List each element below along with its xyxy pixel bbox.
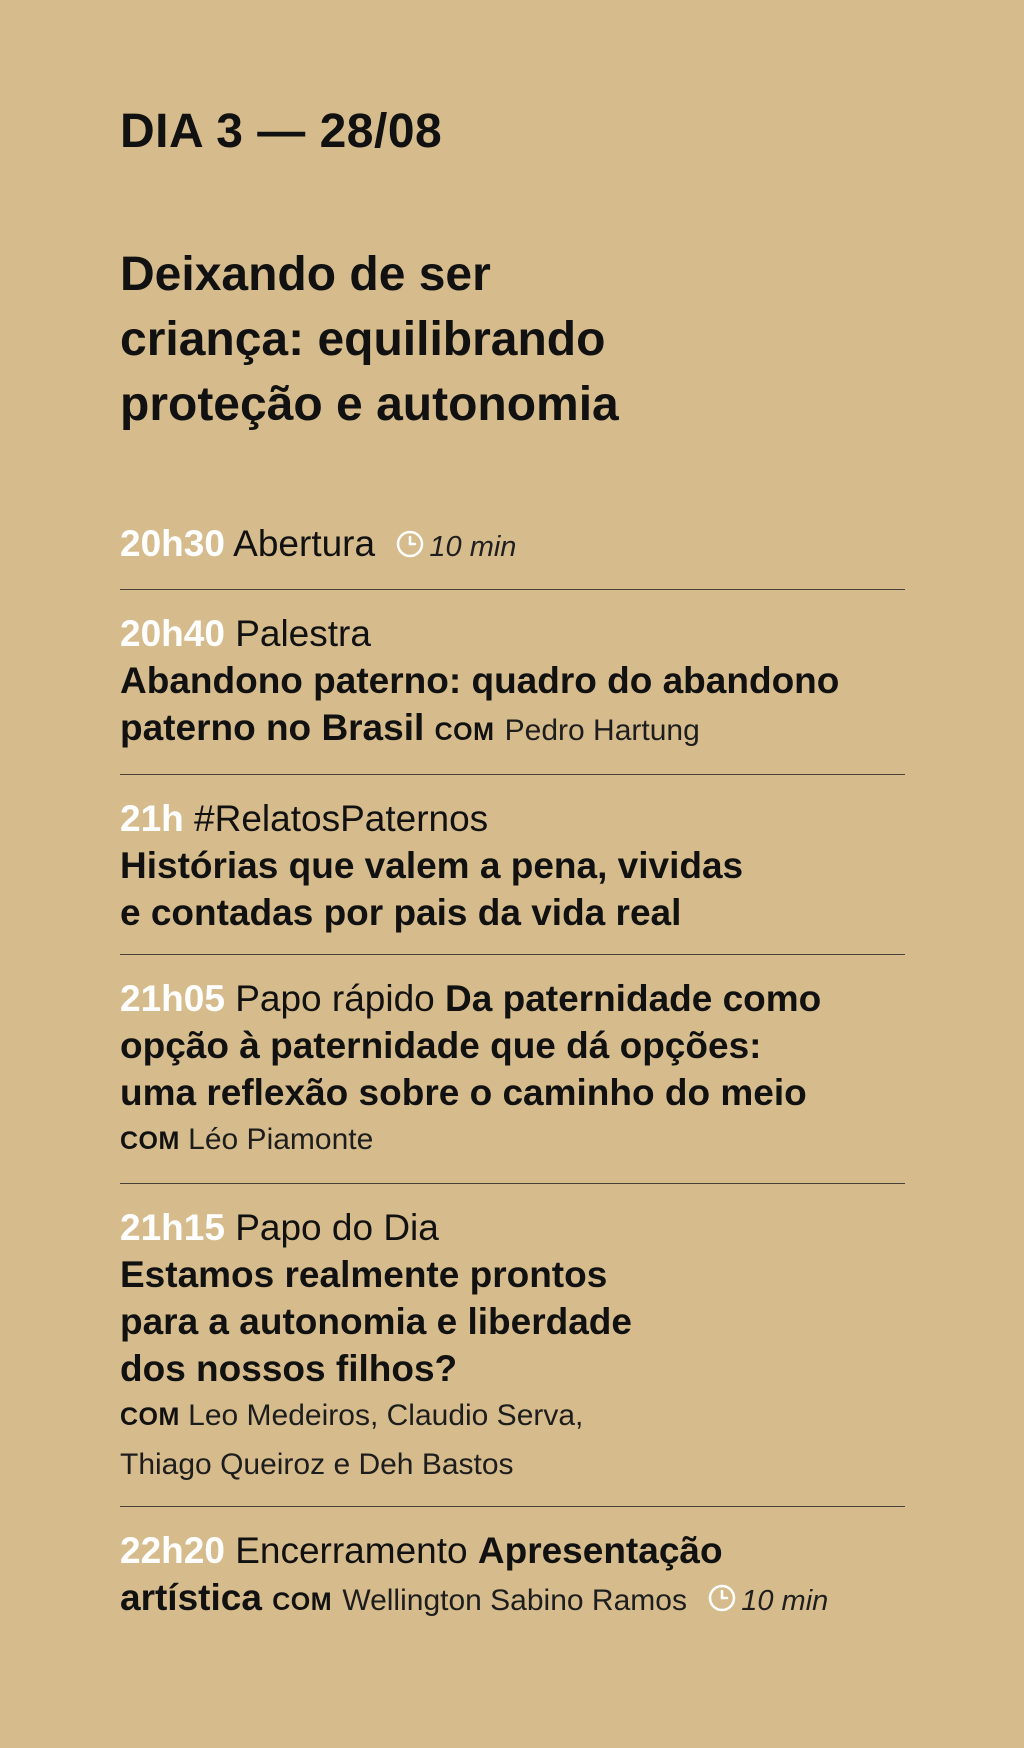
com-label: com <box>272 1588 333 1616</box>
item-title-line: dos nossos filhos? <box>120 1348 458 1389</box>
item-title-line: Abandono paterno: quadro do abandono <box>120 660 840 701</box>
item-title-line: Apresentação <box>477 1530 723 1571</box>
schedule-item-encerramento: 22h20 Encerramento Apresentação artístic… <box>120 1507 905 1626</box>
item-time: 21h <box>120 798 184 839</box>
item-title-line: Da paternidade como <box>445 978 822 1019</box>
item-title-line: opção à paternidade que dá opções: <box>120 1025 762 1066</box>
item-title-line: uma reflexão sobre o caminho do meio <box>120 1072 807 1113</box>
item-time: 21h05 <box>120 978 225 1019</box>
schedule-item-papo-do-dia: 21h15 Papo do Dia Estamos realmente pron… <box>120 1184 905 1506</box>
item-duration: 10 min <box>429 531 517 563</box>
item-kind: Papo do Dia <box>235 1207 439 1248</box>
day-heading: DIA 3 — 28/08 <box>120 105 443 158</box>
item-speaker: Pedro Hartung <box>504 714 700 747</box>
day-title-line: proteção e autonomia <box>120 378 619 431</box>
item-speaker: Thiago Queiroz e Deh Bastos <box>120 1448 514 1481</box>
item-speaker: Leo Medeiros, Claudio Serva, <box>188 1399 584 1432</box>
item-kind: #RelatosPaternos <box>194 798 489 839</box>
schedule-item-papo-rapido: 21h05 Papo rápido Da paternidade como op… <box>120 955 905 1183</box>
com-label: com <box>120 1403 180 1431</box>
clock-icon <box>707 1583 737 1613</box>
item-title-line: Histórias que valem a pena, vividas <box>120 845 744 886</box>
item-time: 21h15 <box>120 1207 225 1248</box>
item-kind: Palestra <box>235 613 371 654</box>
day-title-line: criança: equilibrando <box>120 313 606 366</box>
item-title-line: artística <box>120 1577 262 1618</box>
item-kind: Encerramento <box>235 1530 468 1571</box>
item-time: 20h40 <box>120 613 225 654</box>
item-title-line: paterno no Brasil <box>120 707 425 748</box>
day-title-line: Deixando de ser <box>120 248 491 301</box>
schedule-item-relatos: 21h #RelatosPaternos Histórias que valem… <box>120 775 905 954</box>
com-label: com <box>120 1127 180 1155</box>
item-speaker: Léo Piamonte <box>188 1123 374 1156</box>
day-title: Deixando de ser criança: equilibrando pr… <box>120 242 820 437</box>
schedule-item-abertura: 20h30 Abertura 10 min <box>120 520 905 589</box>
com-label: com <box>434 718 495 746</box>
schedule-list: 20h30 Abertura 10 min 20h40 Palestra Aba… <box>120 520 905 1626</box>
schedule-item-palestra: 20h40 Palestra Abandono paterno: quadro … <box>120 590 905 774</box>
item-time: 20h30 <box>120 523 225 564</box>
item-speaker: Wellington Sabino Ramos <box>342 1584 687 1617</box>
item-title-line: e contadas por pais da vida real <box>120 892 682 933</box>
clock-icon <box>395 529 425 559</box>
event-schedule-card: DIA 3 — 28/08 Deixando de ser criança: e… <box>0 0 1024 1748</box>
item-kind: Abertura <box>233 523 376 564</box>
item-title-line: para a autonomia e liberdade <box>120 1301 632 1342</box>
item-kind: Papo rápido <box>235 978 435 1019</box>
item-time: 22h20 <box>120 1530 225 1571</box>
item-title-line: Estamos realmente prontos <box>120 1254 608 1295</box>
item-duration: 10 min <box>741 1585 829 1617</box>
